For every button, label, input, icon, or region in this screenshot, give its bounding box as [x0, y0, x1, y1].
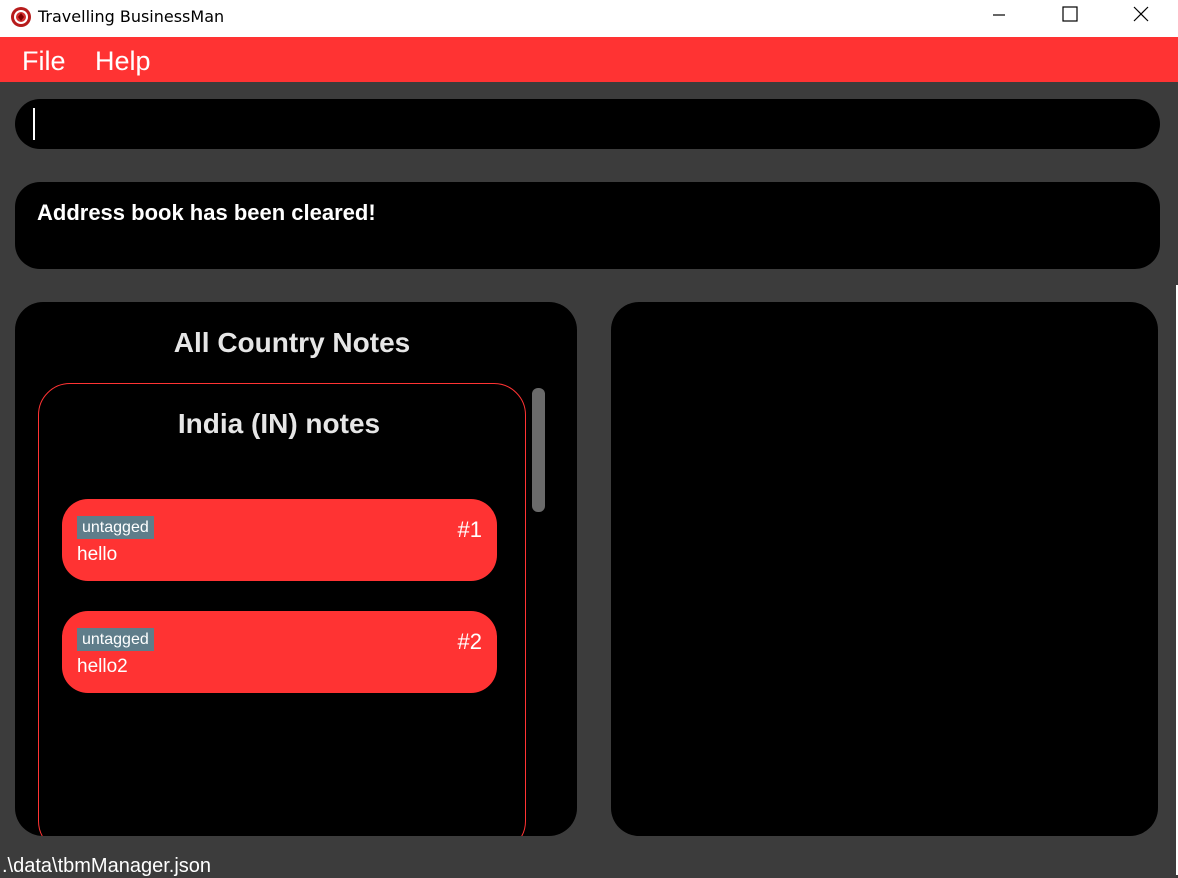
- scrollbar-thumb[interactable]: [532, 388, 545, 512]
- command-box: [15, 99, 1160, 149]
- result-message: Address book has been cleared!: [37, 200, 376, 225]
- minimize-icon[interactable]: [977, 0, 1023, 30]
- command-input[interactable]: [33, 105, 1133, 143]
- app-logo-icon: [11, 7, 31, 27]
- note-text: hello2: [77, 656, 128, 677]
- window-title: Travelling BusinessMan: [38, 7, 225, 26]
- country-card: India (IN) notes untagged #1 hello untag…: [38, 383, 526, 836]
- country-title: India (IN) notes: [177, 408, 381, 439]
- close-icon[interactable]: [1118, 0, 1164, 30]
- detail-panel: [611, 302, 1158, 836]
- window-title-bar: Travelling BusinessMan: [0, 0, 1178, 37]
- note-tag: untagged: [77, 516, 154, 539]
- menu-file[interactable]: File: [22, 45, 66, 77]
- note-tag: untagged: [77, 628, 154, 651]
- menu-help[interactable]: Help: [95, 45, 151, 77]
- note-index: #1: [457, 517, 482, 542]
- result-display: Address book has been cleared!: [15, 182, 1160, 269]
- menu-bar: File Help: [0, 37, 1178, 82]
- country-notes-panel: All Country Notes India (IN) notes untag…: [15, 302, 577, 836]
- text-caret: [33, 108, 35, 140]
- panel-title: All Country Notes: [173, 327, 411, 358]
- note-index: #2: [457, 629, 482, 654]
- maximize-icon[interactable]: [1047, 0, 1093, 30]
- note-text: hello: [77, 544, 118, 565]
- note-card[interactable]: untagged #2 hello2: [62, 611, 497, 693]
- note-card[interactable]: untagged #1 hello: [62, 499, 497, 581]
